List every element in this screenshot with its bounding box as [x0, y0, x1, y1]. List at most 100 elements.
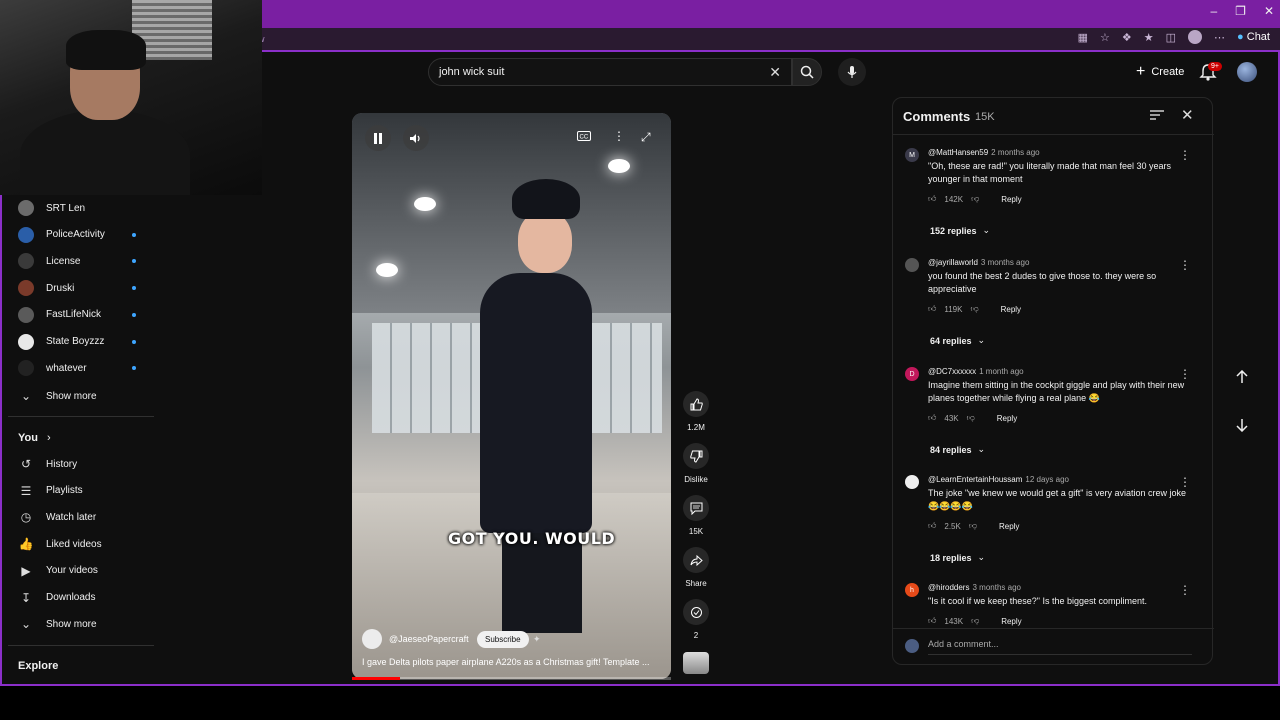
commenter-avatar[interactable]: D [905, 367, 919, 381]
apps-icon[interactable]: ▦ [1078, 31, 1088, 44]
view-replies-button[interactable]: 64 replies ⌄ [930, 335, 985, 346]
reply-button[interactable]: Reply [999, 522, 1019, 531]
sidebar-subscription[interactable]: State Boyzzz [18, 330, 148, 354]
thumbs-up-icon[interactable]: 👍︎ [928, 521, 936, 531]
reply-button[interactable]: Reply [1001, 305, 1021, 314]
close-comments-icon[interactable]: ✕ [1181, 106, 1194, 124]
new-content-dot [132, 259, 136, 264]
thumbs-down-icon[interactable]: 👎︎ [971, 194, 979, 204]
favorite-icon[interactable]: ☆ [1100, 31, 1110, 44]
video-progress-bar[interactable] [352, 677, 671, 680]
subscription-label: FastLifeNick [46, 309, 102, 321]
previous-short-button[interactable] [1229, 364, 1255, 390]
sidebar-subscription[interactable]: Druski [18, 276, 148, 300]
thumbs-up-icon[interactable]: 👍︎ [928, 194, 936, 204]
comment-author[interactable]: @jayrillaworld [928, 258, 978, 267]
video-title[interactable]: I gave Delta pilots paper airplane A220s… [362, 657, 662, 667]
search-button[interactable] [792, 58, 822, 86]
comment-author[interactable]: @LearnEntertainHoussam [928, 475, 1022, 484]
sidebar-item-watch-later[interactable]: ◷ Watch later [18, 505, 148, 529]
channel-avatar [18, 333, 34, 350]
comment-author-line: @LearnEntertainHoussam 12 days ago [928, 475, 1069, 484]
sidebar-item-history[interactable]: ↺ History [18, 452, 148, 476]
commenter-avatar[interactable]: M [905, 148, 919, 162]
sidebar-subscription[interactable]: FastLifeNick [18, 303, 148, 327]
comments-button[interactable] [683, 495, 709, 521]
comment-actions: 👍︎ 43K 👎︎ Reply [928, 413, 1017, 423]
thumbs-up-icon[interactable]: 👍︎ [928, 616, 936, 626]
browser-menu-icon[interactable]: ⋯ [1214, 31, 1225, 44]
view-replies-button[interactable]: 18 replies ⌄ [930, 552, 985, 563]
minimize-icon[interactable]: – [1210, 4, 1217, 18]
thumbs-down-icon[interactable]: 👎︎ [970, 304, 978, 314]
pause-button[interactable] [365, 125, 391, 151]
volume-button[interactable] [403, 125, 429, 151]
comment-author[interactable]: @MattHansen59 [928, 148, 988, 157]
sidebar-subscription[interactable]: SRT Len [18, 196, 148, 220]
view-replies-button[interactable]: 84 replies ⌄ [930, 444, 985, 455]
add-comment-input[interactable]: Add a comment... [928, 639, 1192, 655]
reply-button[interactable]: Reply [1001, 617, 1021, 626]
search-box[interactable]: john wick suit ✕ [428, 58, 792, 86]
thumbs-up-icon[interactable]: 👍︎ [928, 413, 936, 423]
channel-avatar[interactable] [362, 629, 382, 649]
subscribe-button[interactable]: Subscribe [477, 631, 529, 648]
share-button[interactable] [683, 547, 709, 573]
sidebar-subscription[interactable]: PoliceActivity [18, 223, 148, 247]
like-button[interactable] [683, 391, 709, 417]
browser-toolbar-icons: ▦ ☆ ❖ ★ ◫ ⋯ ● Chat [1078, 30, 1270, 44]
sound-thumbnail[interactable] [683, 652, 709, 674]
thumbs-down-icon[interactable]: 👎︎ [971, 616, 979, 626]
comment-like-count: 119K [944, 304, 963, 314]
next-short-button[interactable] [1229, 412, 1255, 438]
copilot-chat-button[interactable]: ● Chat [1237, 31, 1270, 43]
replies-count: 152 replies [930, 225, 977, 236]
close-window-icon[interactable]: ✕ [1264, 4, 1274, 18]
sidebar-subscription[interactable]: License [18, 249, 148, 273]
create-button[interactable]: + Create [1126, 59, 1194, 85]
more-options-icon[interactable]: ⋮ [613, 129, 625, 143]
search-input[interactable]: john wick suit [439, 66, 504, 78]
voice-search-button[interactable] [838, 58, 866, 86]
comment-author[interactable]: @hirodders [928, 583, 969, 592]
comment-author[interactable]: @DC7xxxxxx [928, 367, 976, 376]
commenter-avatar[interactable] [905, 258, 919, 272]
remix-button[interactable] [683, 599, 709, 625]
notify-icon[interactable]: ✦ [533, 634, 541, 645]
fullscreen-icon[interactable]: ⤢ [641, 130, 651, 145]
you-section-heading[interactable]: You › [18, 432, 51, 444]
favorites-bar-icon[interactable]: ★ [1144, 31, 1154, 44]
sidebar-item-label: Playlists [46, 485, 83, 497]
shorts-video-player[interactable] [352, 113, 671, 679]
reply-button[interactable]: Reply [1001, 195, 1021, 204]
sidebar-subscription[interactable]: whatever [18, 356, 148, 380]
sidebar-item-your-videos[interactable]: ▶ Your videos [18, 559, 148, 583]
profile-icon[interactable] [1188, 30, 1203, 44]
thumbs-down-icon[interactable]: 👎︎ [969, 521, 977, 531]
commenter-avatar[interactable] [905, 475, 919, 489]
replies-count: 18 replies [930, 552, 972, 563]
show-more-you[interactable]: ⌄ Show more [18, 612, 148, 636]
thumbs-down-icon[interactable]: 👎︎ [967, 413, 975, 423]
collections-icon[interactable]: ◫ [1166, 31, 1176, 44]
sidebar-item-liked-videos[interactable]: 👍 Liked videos [18, 532, 148, 556]
sidebar-item-label: Downloads [46, 592, 96, 603]
thumbs-up-icon[interactable]: 👍︎ [928, 304, 936, 314]
extension-icon[interactable]: ❖ [1122, 31, 1132, 44]
show-more-subscriptions[interactable]: ⌄ Show more [18, 384, 148, 408]
channel-name[interactable]: @JaeseoPapercraft [389, 634, 469, 644]
sort-icon[interactable] [1149, 108, 1165, 122]
clear-search-icon[interactable]: ✕ [769, 64, 781, 81]
account-avatar[interactable] [1237, 62, 1257, 82]
view-replies-button[interactable]: 152 replies ⌄ [930, 225, 990, 236]
commenter-avatar[interactable]: h [905, 583, 919, 597]
channel-avatar [18, 226, 34, 243]
sidebar-item-playlists[interactable]: ☰ Playlists [18, 479, 148, 503]
captions-icon[interactable]: CC [577, 131, 591, 141]
video-progress-fill [352, 677, 400, 680]
restore-icon[interactable]: ❐ [1235, 4, 1246, 18]
reply-button[interactable]: Reply [997, 414, 1017, 423]
dislike-button[interactable] [683, 443, 709, 469]
history-icon: ↺ [20, 457, 32, 471]
sidebar-item-downloads[interactable]: ↧ Downloads [18, 586, 148, 610]
